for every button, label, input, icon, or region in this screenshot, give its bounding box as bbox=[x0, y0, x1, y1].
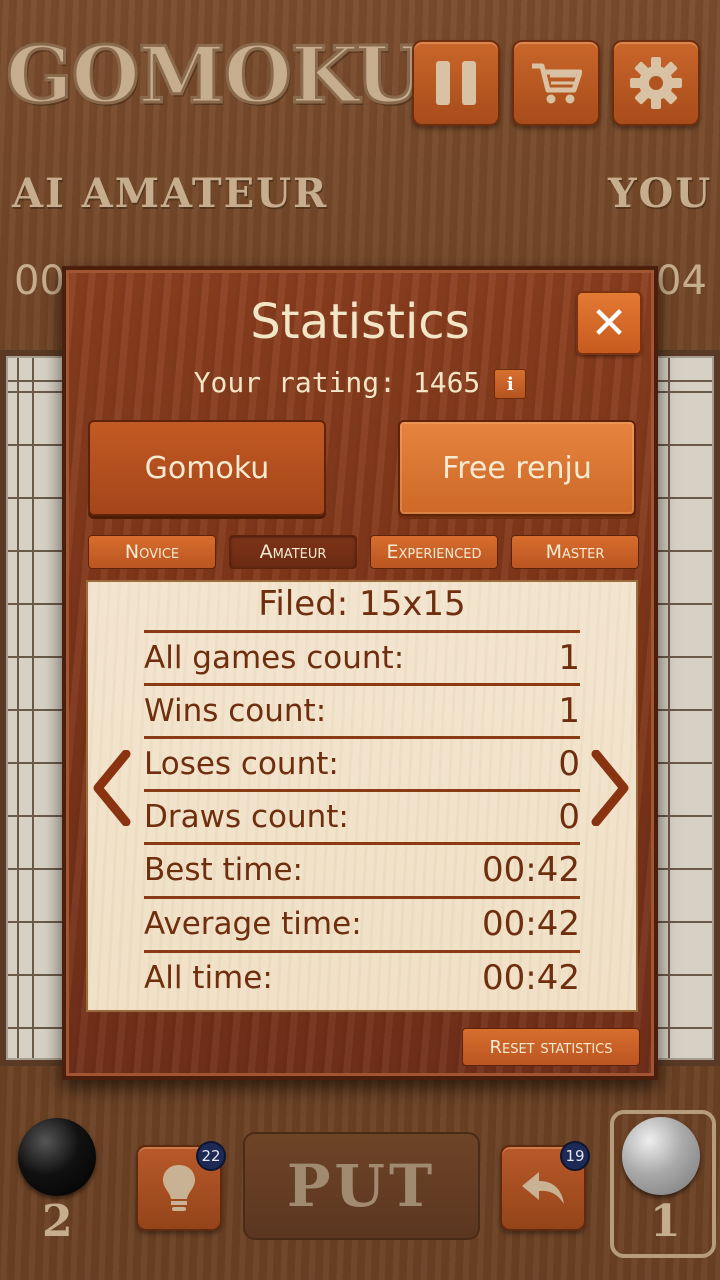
stat-value: 00:42 bbox=[482, 850, 580, 890]
field-size-title: Filed: 15x15 bbox=[258, 584, 466, 624]
stats-panel: Filed: 15x15 All games count: 1 Wins cou… bbox=[86, 580, 638, 1012]
stat-row: All games count: 1 bbox=[144, 630, 580, 683]
rating-text: Your rating: 1465 bbox=[193, 366, 481, 399]
mode-tab-gomoku[interactable]: Gomoku bbox=[88, 420, 326, 516]
close-button[interactable]: ✕ bbox=[576, 291, 642, 355]
stat-row: All time: 00:42 bbox=[144, 950, 580, 1003]
lightbulb-icon bbox=[163, 1165, 195, 1211]
stat-value: 1 bbox=[558, 691, 580, 731]
opponent-name: AI AMATEUR bbox=[12, 170, 329, 217]
stat-label: Draws count: bbox=[144, 799, 349, 835]
white-stone-count: 1 bbox=[650, 1196, 681, 1247]
player-name: YOU bbox=[608, 170, 713, 217]
opponent-timer: 00 bbox=[14, 258, 65, 304]
chevron-left-icon bbox=[93, 750, 131, 826]
stat-label: All time: bbox=[144, 960, 273, 996]
put-button[interactable]: PUT bbox=[243, 1132, 480, 1240]
mode-tab-free-renju[interactable]: Free renju bbox=[398, 420, 636, 516]
player-timer: 04 bbox=[656, 258, 707, 304]
cart-icon bbox=[532, 63, 582, 104]
level-tab-experienced[interactable]: Experienced bbox=[370, 535, 498, 569]
stat-label: Loses count: bbox=[144, 746, 339, 782]
statistics-dialog: Statistics ✕ Your rating: 1465 i Gomoku F… bbox=[62, 266, 658, 1080]
game-logo: GOMOKU bbox=[5, 29, 425, 123]
reset-statistics-button[interactable]: Reset statistics bbox=[462, 1028, 640, 1066]
hint-button[interactable]: 22 bbox=[136, 1141, 226, 1231]
chevron-right-icon bbox=[591, 750, 629, 826]
dialog-title: Statistics bbox=[250, 294, 470, 350]
stat-label: Wins count: bbox=[144, 693, 327, 729]
stat-value: 0 bbox=[558, 797, 580, 837]
stat-value: 00:42 bbox=[482, 958, 580, 998]
previous-arrow-button[interactable] bbox=[88, 748, 136, 828]
stat-label: All games count: bbox=[144, 640, 405, 676]
black-stone-indicator bbox=[18, 1118, 96, 1196]
stat-label: Average time: bbox=[144, 906, 362, 942]
pause-button[interactable] bbox=[412, 40, 500, 126]
stat-row: Average time: 00:42 bbox=[144, 896, 580, 949]
next-arrow-button[interactable] bbox=[586, 748, 634, 828]
stat-value: 1 bbox=[558, 638, 580, 678]
settings-button[interactable] bbox=[612, 40, 700, 126]
level-tab-novice[interactable]: Novice bbox=[88, 535, 216, 569]
white-stone-indicator bbox=[622, 1117, 700, 1195]
stat-row: Draws count: 0 bbox=[144, 789, 580, 842]
close-icon: ✕ bbox=[590, 297, 628, 349]
info-button[interactable]: i bbox=[494, 369, 527, 399]
stat-row: Best time: 00:42 bbox=[144, 842, 580, 895]
undo-arrow-icon bbox=[522, 1172, 564, 1204]
level-tab-master[interactable]: Master bbox=[511, 535, 639, 569]
stat-label: Best time: bbox=[144, 852, 303, 888]
pause-icon bbox=[436, 61, 476, 105]
stat-row: Loses count: 0 bbox=[144, 736, 580, 789]
shop-button[interactable] bbox=[512, 40, 600, 126]
rating-line: Your rating: 1465 i bbox=[66, 366, 654, 399]
undo-button[interactable]: 19 bbox=[500, 1141, 590, 1231]
gear-icon bbox=[630, 57, 682, 109]
stat-value: 00:42 bbox=[482, 904, 580, 944]
hint-count-badge: 22 bbox=[196, 1141, 226, 1171]
undo-count-badge: 19 bbox=[560, 1141, 590, 1171]
stat-row: Wins count: 1 bbox=[144, 683, 580, 736]
put-label: PUT bbox=[286, 1152, 437, 1220]
stat-value: 0 bbox=[558, 744, 580, 784]
level-tab-amateur[interactable]: Amateur bbox=[229, 535, 357, 569]
black-stone-count: 2 bbox=[42, 1196, 73, 1247]
